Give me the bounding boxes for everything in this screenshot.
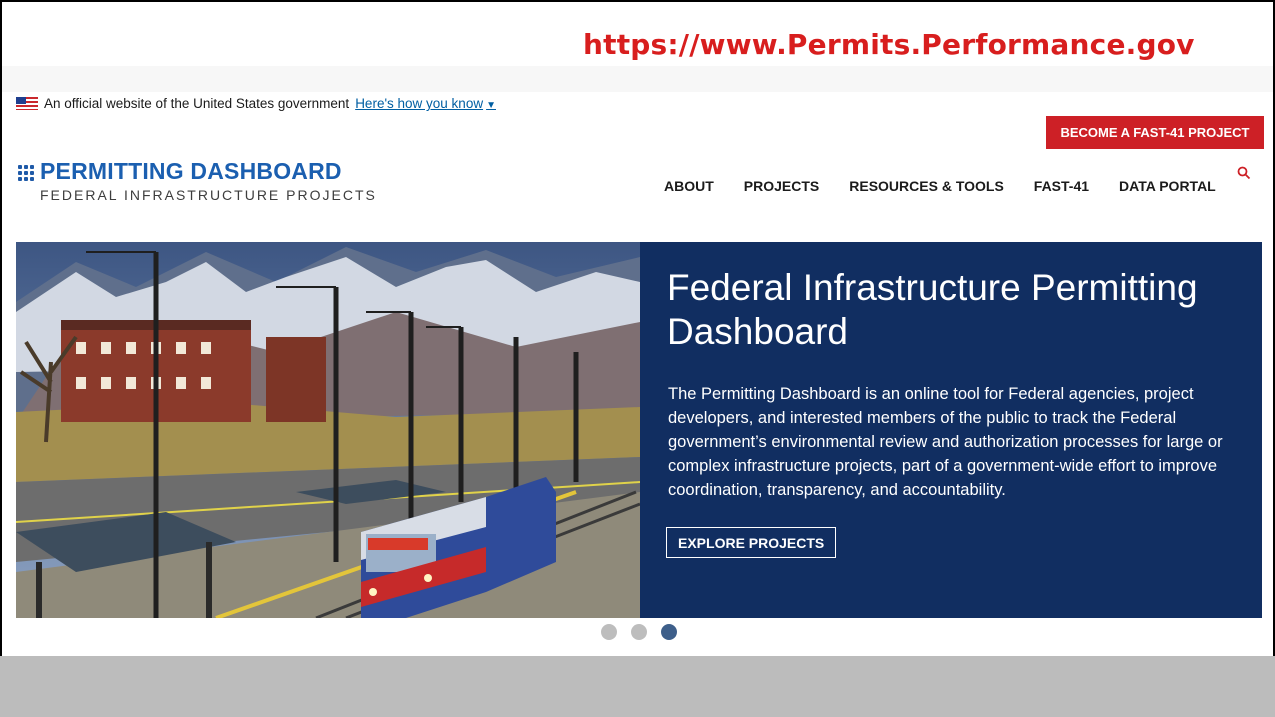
carousel-dot[interactable] <box>601 624 617 640</box>
search-icon[interactable] <box>1237 166 1251 185</box>
carousel-dot[interactable] <box>631 624 647 640</box>
grid-logo-icon <box>18 164 34 181</box>
slide-url-caption: https://www.Permits.Performance.gov <box>583 28 1195 61</box>
nav-projects[interactable]: PROJECTS <box>744 178 819 194</box>
logo-title: PERMITTING DASHBOARD <box>40 158 342 184</box>
become-fast41-button[interactable]: BECOME A FAST-41 PROJECT <box>1046 116 1264 149</box>
hero-image-light-rail <box>16 242 640 618</box>
nav-resources-tools[interactable]: RESOURCES & TOOLS <box>849 178 1004 194</box>
heres-how-you-know-label: Here's how you know <box>355 96 484 111</box>
gov-banner-text: An official website of the United States… <box>44 96 350 111</box>
chevron-down-icon: ▼ <box>486 100 496 111</box>
footer-section <box>0 656 1275 717</box>
site-logo[interactable]: PERMITTING DASHBOARD FEDERAL INFRASTRUCT… <box>18 158 377 203</box>
logo-subtitle: FEDERAL INFRASTRUCTURE PROJECTS <box>40 187 377 203</box>
heres-how-you-know-link[interactable]: Here's how you know ▼ <box>355 96 496 111</box>
us-flag-icon <box>16 97 38 110</box>
carousel-dot-active[interactable] <box>661 624 677 640</box>
nav-fast41[interactable]: FAST-41 <box>1034 178 1089 194</box>
hero-panel: Federal Infrastructure Permitting Dashbo… <box>640 242 1262 618</box>
gov-banner: An official website of the United States… <box>16 96 496 111</box>
main-nav: ABOUT PROJECTS RESOURCES & TOOLS FAST-41… <box>664 178 1216 194</box>
header-strip <box>2 66 1273 92</box>
hero-title: Federal Infrastructure Permitting Dashbo… <box>667 267 1198 352</box>
nav-data-portal[interactable]: DATA PORTAL <box>1119 178 1216 194</box>
hero-carousel: Federal Infrastructure Permitting Dashbo… <box>16 242 1262 618</box>
explore-projects-button[interactable]: EXPLORE PROJECTS <box>666 527 837 558</box>
nav-about[interactable]: ABOUT <box>664 178 714 194</box>
hero-description: The Permitting Dashboard is an online to… <box>668 385 1223 499</box>
carousel-dots <box>601 624 677 640</box>
